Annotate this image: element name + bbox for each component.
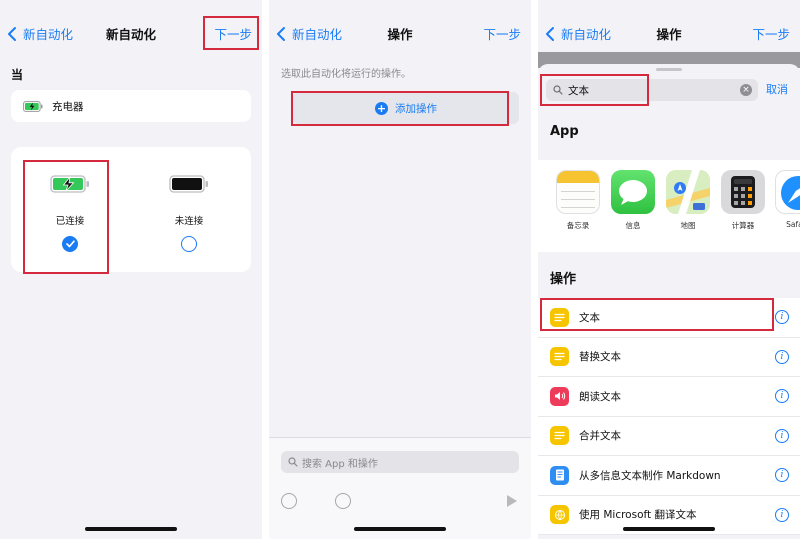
search-placeholder: 搜索 App 和操作 (302, 458, 378, 470)
option-label: 已连接 (55, 216, 85, 227)
back-label: 新自动化 (292, 27, 343, 42)
search-input[interactable]: 搜索 App 和操作 (281, 451, 519, 473)
app-safari[interactable]: Safari (772, 170, 800, 229)
option-label: 未连接 (174, 216, 204, 227)
play-icon[interactable] (507, 495, 517, 507)
info-icon[interactable]: i (775, 428, 789, 443)
info-icon[interactable]: i (775, 389, 789, 403)
action-search-sheet: 搜索 App 和操作 (269, 437, 531, 539)
back-button[interactable]: 新自动化 (275, 24, 342, 43)
add-action-button[interactable]: + 添加操作 (293, 92, 519, 124)
action-label: 合并文本 (579, 430, 621, 443)
action-label: 朗读文本 (579, 390, 621, 403)
text-icon (550, 347, 569, 367)
text-icon (550, 307, 569, 327)
undo-icon[interactable] (281, 493, 297, 509)
apps-section-title: App (550, 124, 579, 139)
home-indicator (354, 527, 446, 531)
add-action-label: 添加操作 (395, 102, 437, 115)
home-indicator (623, 527, 715, 531)
app-maps[interactable]: 地图 (663, 170, 713, 231)
info-icon[interactable]: i (775, 468, 789, 482)
chevron-left-icon (8, 26, 16, 41)
connection-options: 已连接 未连接 (11, 147, 251, 272)
option-connected[interactable]: 已连接 (30, 175, 110, 252)
action-picker-sheet: 文本 × 取消 App 备忘录 信息 地图 计算器 Saf 操作 文本 i 替换… (538, 64, 800, 539)
search-value: 文本 (568, 84, 589, 97)
speaker-icon (550, 386, 569, 406)
info-icon[interactable]: i (775, 310, 789, 324)
nav-bar: 新自动化 操作 下一步 (538, 0, 800, 52)
app-calculator[interactable]: 计算器 (718, 170, 768, 231)
empty-circle-icon (181, 236, 197, 252)
trigger-charger[interactable]: 充电器 (11, 90, 251, 122)
plus-icon: + (375, 101, 388, 115)
action-label: 使用 Microsoft 翻译文本 (579, 509, 697, 522)
apps-row: 备忘录 信息 地图 计算器 Saf (538, 160, 800, 252)
screen-action-search: 新自动化 操作 下一步 文本 × 取消 App 备忘录 信息 地图 计算器 Sa… (538, 0, 800, 539)
document-icon (550, 465, 569, 485)
actions-section-title: 操作 (550, 272, 577, 287)
battery-full-icon (169, 175, 208, 193)
app-notes[interactable]: 备忘录 (553, 170, 603, 231)
nav-bar: 新自动化 新自动化 下一步 (0, 0, 262, 52)
app-messages[interactable]: 信息 (608, 170, 658, 231)
clear-icon[interactable]: × (740, 84, 752, 96)
back-label: 新自动化 (561, 27, 612, 42)
home-indicator (85, 527, 177, 531)
action-label: 替换文本 (579, 351, 621, 364)
hint-text: 选取此自动化将运行的操作。 (281, 69, 411, 80)
when-label: 当 (11, 68, 24, 82)
app-name: 备忘录 (566, 221, 590, 230)
checkmark-icon (62, 236, 78, 252)
chevron-left-icon (277, 26, 285, 41)
action-make-markdown[interactable]: 从多信息文本制作 Markdown i (538, 456, 800, 496)
battery-charging-icon (23, 100, 43, 112)
cancel-button[interactable]: 取消 (766, 81, 788, 97)
app-name: 信息 (625, 221, 641, 230)
option-disconnected[interactable]: 未连接 (149, 175, 229, 252)
info-icon[interactable]: i (775, 349, 789, 364)
action-speak-text[interactable]: 朗读文本 i (538, 377, 800, 417)
screen-actions-empty: 新自动化 操作 下一步 选取此自动化将运行的操作。 + 添加操作 搜索 App … (269, 0, 531, 539)
action-combine-text[interactable]: 合并文本 i (538, 417, 800, 456)
next-button[interactable]: 下一步 (483, 24, 521, 43)
next-button[interactable]: 下一步 (752, 24, 790, 43)
actions-list: 文本 i 替换文本 i 朗读文本 i 合并文本 i 从多信息文本制作 Markd… (538, 298, 800, 535)
back-button[interactable]: 新自动化 (6, 24, 73, 43)
app-name: 地图 (680, 221, 696, 230)
safari-icon (775, 170, 800, 214)
search-icon (553, 85, 563, 95)
text-icon (550, 426, 569, 446)
app-name: 计算器 (731, 221, 755, 230)
battery-charging-icon (50, 175, 89, 193)
sheet-grabber[interactable] (656, 68, 682, 71)
maps-icon (666, 170, 710, 214)
back-button[interactable]: 新自动化 (544, 24, 611, 43)
search-input[interactable]: 文本 × (546, 79, 758, 101)
trigger-label: 充电器 (52, 100, 84, 113)
next-button[interactable]: 下一步 (214, 24, 252, 43)
translate-icon (550, 505, 569, 525)
action-label: 从多信息文本制作 Markdown (579, 469, 721, 482)
notes-icon (556, 170, 600, 214)
nav-bar: 新自动化 操作 下一步 (269, 0, 531, 52)
search-icon (288, 457, 298, 467)
screen-new-automation: 新自动化 新自动化 下一步 当 充电器 已连接 未连接 (0, 0, 262, 539)
action-text[interactable]: 文本 i (538, 298, 800, 338)
action-replace-text[interactable]: 替换文本 i (538, 338, 800, 377)
info-icon[interactable]: i (775, 507, 789, 522)
messages-icon (611, 170, 655, 214)
back-label: 新自动化 (23, 27, 74, 42)
calculator-icon (721, 170, 765, 214)
redo-icon[interactable] (335, 493, 351, 509)
action-label: 文本 (579, 311, 600, 324)
chevron-left-icon (546, 26, 554, 41)
app-name: Safari (786, 220, 800, 229)
